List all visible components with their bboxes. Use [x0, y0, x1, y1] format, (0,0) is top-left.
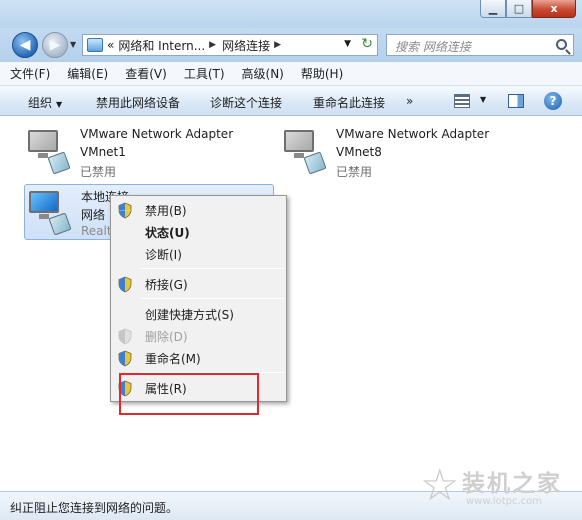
- menu-edit[interactable]: 编辑(E): [67, 65, 108, 82]
- adapter-vmnet8[interactable]: VMware Network Adapter VMnet8 已禁用: [280, 124, 530, 180]
- menu-help[interactable]: 帮助(H): [301, 65, 343, 82]
- network-connections-list: VMware Network Adapter VMnet1 已禁用 VMware…: [0, 116, 582, 491]
- menu-item-label: 创建快捷方式(S): [145, 308, 234, 322]
- refresh-icon[interactable]: ↻: [361, 36, 373, 52]
- caption-buttons: ▁ □ x: [480, 0, 576, 18]
- menu-item-status[interactable]: 状态(U): [111, 221, 286, 243]
- view-options-dropdown[interactable]: ▼: [480, 95, 486, 104]
- organize-button[interactable]: 组织 ▼: [28, 94, 62, 111]
- menu-advanced[interactable]: 高级(N): [242, 65, 284, 82]
- disable-device-button[interactable]: 禁用此网络设备: [96, 94, 180, 111]
- change-view-icon[interactable]: [454, 94, 470, 108]
- adapter-vmnet1[interactable]: VMware Network Adapter VMnet1 已禁用: [24, 124, 274, 180]
- close-button[interactable]: x: [532, 0, 576, 18]
- menu-separator: [141, 268, 284, 269]
- disabled-adapter-icon: [282, 128, 327, 175]
- back-arrow-icon: ◀: [19, 37, 31, 53]
- back-button[interactable]: ◀: [12, 32, 38, 58]
- menu-separator: [141, 298, 284, 299]
- watermark-url: www.lotpc.com: [466, 496, 542, 507]
- organize-label: 组织: [28, 96, 53, 110]
- uac-shield-icon: [117, 202, 133, 219]
- menu-item-diagnose[interactable]: 诊断(I): [111, 243, 286, 265]
- adapter-network: 网络: [81, 208, 106, 222]
- menu-item-rename[interactable]: 重命名(M): [111, 347, 286, 369]
- title-bar: ▁ □ x: [0, 0, 582, 28]
- network-folder-icon: [87, 38, 103, 52]
- preview-pane-icon[interactable]: [508, 94, 524, 108]
- adapter-network: VMnet8: [336, 145, 382, 159]
- watermark-title: 装机之家: [462, 471, 562, 497]
- menu-item-label: 删除(D): [145, 330, 188, 344]
- uac-shield-icon: [117, 276, 133, 293]
- address-dropdown-icon[interactable]: ▼: [344, 39, 351, 49]
- command-toolbar: 组织 ▼ 禁用此网络设备 诊断这个连接 重命名此连接 » ▼ ?: [0, 86, 582, 116]
- address-row: ◀ ▶ ▼ « 网络和 Intern... ▶ 网络连接 ▶ ▼ ↻ 搜索 网络…: [0, 28, 582, 62]
- uac-shield-icon: [117, 350, 133, 367]
- menu-item-bridge[interactable]: 桥接(G): [111, 273, 286, 295]
- menu-item-create-shortcut[interactable]: 创建快捷方式(S): [111, 303, 286, 325]
- menu-item-label: 状态(U): [145, 226, 190, 240]
- adapter-status: Realt: [81, 224, 112, 238]
- star-logo-icon: ☆: [420, 460, 460, 511]
- search-icon[interactable]: [556, 39, 567, 50]
- breadcrumb-overflow[interactable]: «: [107, 38, 114, 52]
- maximize-button[interactable]: □: [506, 0, 532, 18]
- highlight-box: [119, 373, 259, 415]
- adapter-network: VMnet1: [80, 145, 126, 159]
- disabled-adapter-icon: [26, 128, 71, 175]
- menu-item-label: 桥接(G): [145, 278, 188, 292]
- forward-arrow-icon: ▶: [49, 37, 61, 53]
- search-input[interactable]: 搜索 网络连接: [386, 34, 574, 56]
- adapter-name: VMware Network Adapter: [80, 127, 234, 141]
- more-commands-button[interactable]: »: [406, 94, 413, 108]
- context-menu: 禁用(B) 状态(U) 诊断(I) 桥接(G) 创建快捷方式(S) 删除(D) …: [110, 195, 287, 402]
- menu-item-label: 重命名(M): [145, 352, 201, 366]
- search-placeholder: 搜索 网络连接: [395, 40, 471, 54]
- adapter-status: 已禁用: [80, 165, 117, 179]
- breadcrumb-separator-icon[interactable]: ▶: [274, 40, 281, 50]
- breadcrumb-network-internet[interactable]: 网络和 Intern...: [118, 37, 205, 54]
- adapter-status: 已禁用: [336, 165, 373, 179]
- chevron-down-icon: ▼: [56, 100, 63, 109]
- help-icon[interactable]: ?: [544, 92, 562, 110]
- menu-item-label: 诊断(I): [145, 248, 182, 262]
- menu-item-label: 禁用(B): [145, 204, 187, 218]
- local-connection-icon: [27, 189, 72, 236]
- status-text: 纠正阻止您连接到网络的问题。: [10, 501, 179, 515]
- rename-connection-button[interactable]: 重命名此连接: [313, 94, 385, 111]
- menu-bar: 文件(F) 编辑(E) 查看(V) 工具(T) 高级(N) 帮助(H): [0, 62, 582, 86]
- menu-tools[interactable]: 工具(T): [184, 65, 225, 82]
- address-bar[interactable]: « 网络和 Intern... ▶ 网络连接 ▶ ▼ ↻: [82, 34, 378, 56]
- forward-button[interactable]: ▶: [42, 32, 68, 58]
- menu-item-disable[interactable]: 禁用(B): [111, 199, 286, 221]
- recent-pages-dropdown[interactable]: ▼: [70, 40, 76, 49]
- breadcrumb-separator-icon[interactable]: ▶: [209, 40, 216, 50]
- menu-view[interactable]: 查看(V): [125, 65, 167, 82]
- adapter-name: VMware Network Adapter: [336, 127, 490, 141]
- watermark: ☆ 装机之家 www.lotpc.com: [420, 462, 580, 518]
- minimize-button[interactable]: ▁: [480, 0, 506, 18]
- diagnose-connection-button[interactable]: 诊断这个连接: [210, 94, 282, 111]
- menu-item-delete: 删除(D): [111, 325, 286, 347]
- uac-shield-icon: [117, 328, 133, 345]
- breadcrumb-network-connections[interactable]: 网络连接: [222, 37, 270, 54]
- menu-file[interactable]: 文件(F): [10, 65, 50, 82]
